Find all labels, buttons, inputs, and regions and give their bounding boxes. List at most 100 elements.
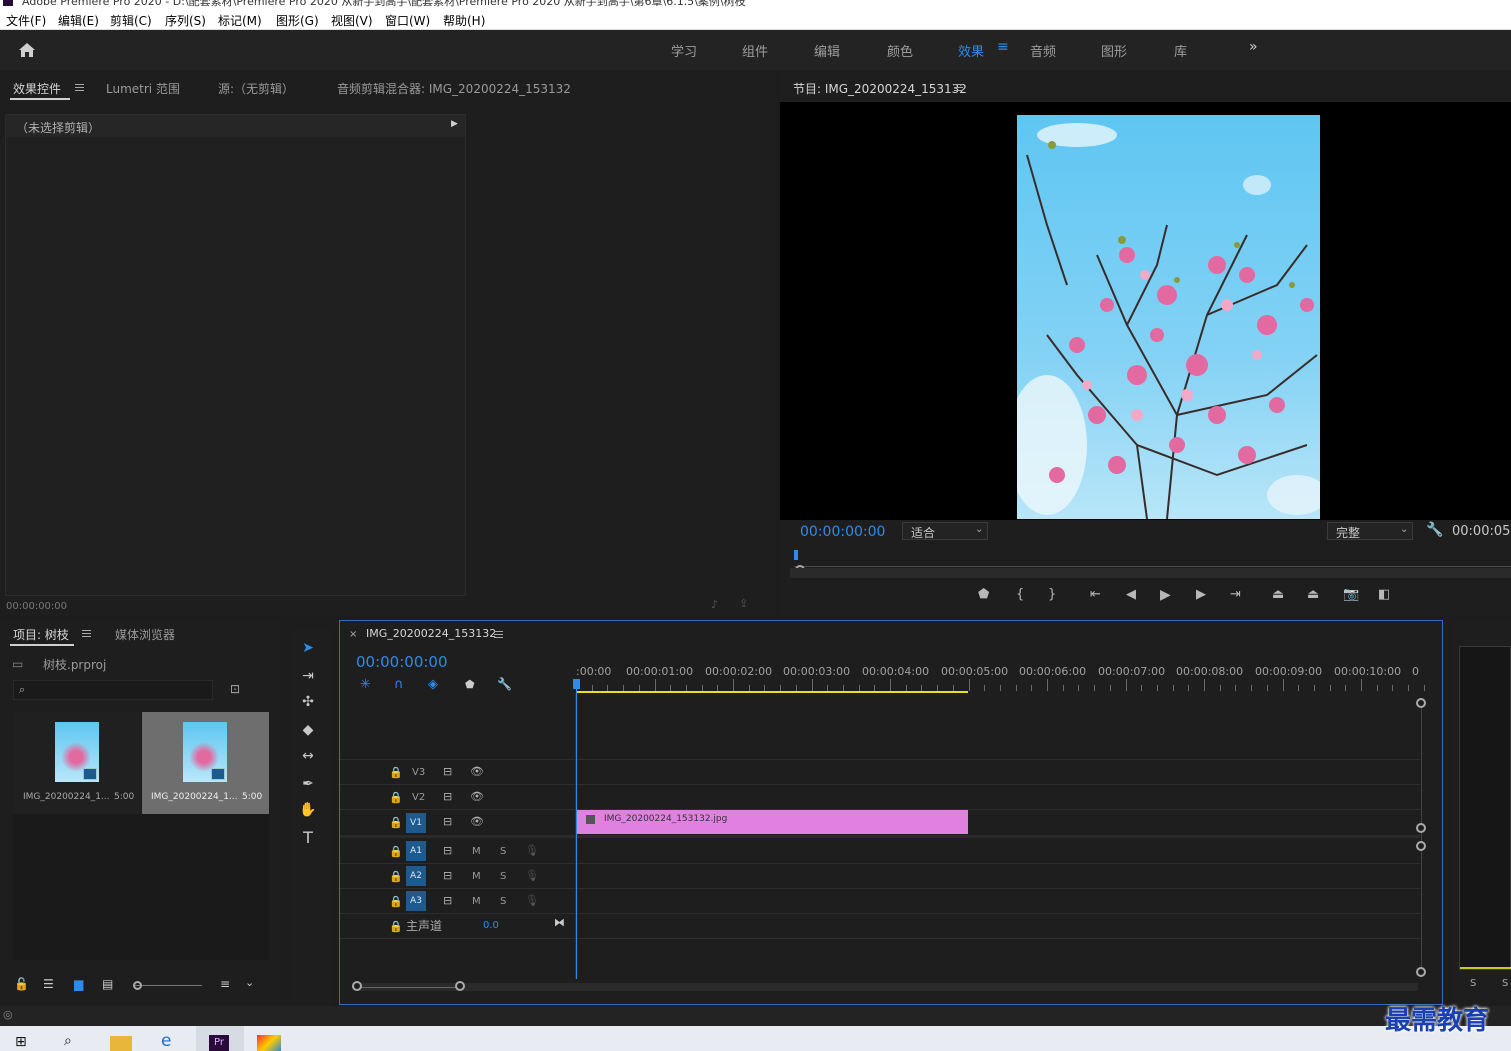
workspace-libraries[interactable]: 库	[1174, 41, 1187, 60]
master-volume-value[interactable]: 0.0	[483, 920, 499, 931]
hand-tool-icon[interactable]: ✋	[298, 800, 318, 820]
microphone-icon[interactable]: 🎙	[525, 869, 539, 882]
freeform-view-icon[interactable]: ▤	[102, 977, 113, 991]
program-menu-icon[interactable]	[954, 84, 963, 91]
file-explorer-icon[interactable]	[110, 1036, 132, 1051]
workspace-effects[interactable]: 效果	[958, 41, 984, 60]
ripple-edit-tool-icon[interactable]: ✣	[298, 692, 318, 712]
menu-view[interactable]: 视图(V)	[331, 12, 373, 29]
tab-media-browser[interactable]: 媒体浏览器	[115, 626, 175, 643]
lock-icon[interactable]: 🔓	[14, 977, 29, 991]
sequence-tab[interactable]: IMG_20200224_153132	[366, 627, 496, 640]
nest-sequence-icon[interactable]: ✳	[360, 677, 371, 692]
solo-button[interactable]: S	[500, 846, 506, 857]
linked-selection-icon[interactable]: ◈	[428, 677, 438, 692]
project-search-input[interactable]: ⌕	[13, 680, 213, 700]
wrench-icon[interactable]: 🔧	[1426, 522, 1443, 538]
list-view-icon[interactable]: ☰	[43, 977, 54, 991]
project-item-selected[interactable]: IMG_20200224_1... 5:00	[142, 712, 269, 814]
mute-button[interactable]: M	[472, 846, 481, 857]
timeline-menu-icon[interactable]	[494, 631, 503, 638]
horizontal-scroll-handle[interactable]	[455, 981, 465, 991]
zoom-slider[interactable]	[134, 985, 202, 986]
lock-icon[interactable]: 🔒	[389, 870, 403, 883]
track-target-a3[interactable]: A3	[406, 891, 426, 911]
program-playhead[interactable]	[794, 550, 798, 560]
time-ruler[interactable]: :00:00 00:00:01:00 00:00:02:00 00:00:03:…	[576, 661, 1426, 693]
tab-audio-clip-mixer[interactable]: 音频剪辑混合器: IMG_20200224_153132	[337, 80, 571, 97]
add-marker-icon[interactable]: ⬟	[978, 588, 989, 602]
tab-lumetri-scopes[interactable]: Lumetri 范围	[106, 80, 180, 97]
lift-icon[interactable]: ⏏	[1272, 588, 1284, 602]
project-item[interactable]: IMG_20200224_1... 5:00	[13, 712, 141, 814]
tab-project[interactable]: 项目: 树枝	[13, 626, 69, 643]
menu-sequence[interactable]: 序列(S)	[165, 12, 206, 29]
extract-icon[interactable]: ⏏	[1307, 588, 1319, 602]
mute-button[interactable]: M	[472, 896, 481, 907]
step-back-icon[interactable]: ◀	[1126, 588, 1136, 602]
eye-icon[interactable]: 👁	[470, 790, 484, 803]
workspace-menu-icon[interactable]: ≡	[997, 39, 1009, 55]
tab-effect-controls[interactable]: 效果控件	[13, 80, 61, 97]
microphone-icon[interactable]: 🎙	[525, 894, 539, 907]
slip-tool-icon[interactable]: ↔	[298, 746, 318, 766]
workspace-graphics[interactable]: 图形	[1101, 41, 1127, 60]
track-label-v3[interactable]: V3	[412, 767, 425, 778]
step-forward-icon[interactable]: ▶	[1196, 588, 1206, 602]
lock-icon[interactable]: 🔒	[389, 791, 403, 804]
go-to-out-icon[interactable]: ⇥	[1230, 588, 1241, 602]
app-icon[interactable]	[257, 1035, 281, 1051]
meter-solo-right[interactable]: S	[1502, 978, 1508, 989]
selection-tool-icon[interactable]: ➤	[298, 638, 318, 658]
sync-lock-icon[interactable]: ⊟	[443, 844, 452, 857]
vertical-scroll-handle[interactable]	[1416, 823, 1426, 833]
zoom-scrollbar[interactable]	[790, 568, 1511, 578]
workspace-editing[interactable]: 编辑	[814, 41, 840, 60]
windows-start-icon[interactable]: ⊞	[15, 1034, 27, 1050]
comparison-view-icon[interactable]: ◧	[1378, 588, 1390, 602]
lock-icon[interactable]: 🔒	[389, 766, 403, 779]
vertical-scroll-handle[interactable]	[1416, 967, 1426, 977]
home-icon[interactable]	[17, 40, 37, 60]
workspace-audio[interactable]: 音频	[1030, 41, 1056, 60]
expand-arrow-icon[interactable]: ▶	[451, 119, 458, 129]
meter-solo-left[interactable]: S	[1470, 978, 1476, 989]
zoom-fit-select[interactable]: 适合 ⌄	[902, 522, 988, 540]
menu-marker[interactable]: 标记(M)	[218, 12, 262, 29]
menu-graphics[interactable]: 图形(G)	[276, 12, 319, 29]
workspace-learn[interactable]: 学习	[671, 41, 697, 60]
more-workspaces-icon[interactable]: »	[1249, 39, 1258, 55]
track-target-v1[interactable]: V1	[406, 813, 426, 833]
tab-source[interactable]: 源:（无剪辑）	[218, 80, 294, 97]
solo-button[interactable]: S	[500, 871, 506, 882]
program-timecode[interactable]: 00:00:00:00	[800, 524, 885, 540]
track-target-a2[interactable]: A2	[406, 866, 426, 886]
menu-file[interactable]: 文件(F)	[6, 12, 46, 29]
horizontal-scroll-handle[interactable]	[352, 981, 362, 991]
playhead-handle[interactable]	[573, 679, 580, 689]
razor-tool-icon[interactable]: ◆	[298, 720, 318, 740]
playback-quality-select[interactable]: 完整 ⌄	[1327, 522, 1413, 540]
mark-out-icon[interactable]: }	[1048, 588, 1056, 602]
vertical-scroll-handle[interactable]	[1416, 698, 1426, 708]
menu-clip[interactable]: 剪辑(C)	[110, 12, 152, 29]
zoom-slider-handle[interactable]	[133, 981, 142, 990]
project-menu-icon[interactable]	[82, 630, 91, 637]
timeline-playhead[interactable]	[576, 683, 577, 979]
lock-icon[interactable]: 🔒	[389, 845, 403, 858]
timeline-settings-icon[interactable]: 🔧	[497, 677, 512, 691]
program-scrub-bar[interactable]	[794, 550, 1511, 575]
sync-lock-icon[interactable]: ⊟	[443, 790, 452, 803]
add-marker-icon[interactable]: ⬟	[465, 678, 475, 691]
icon-view-icon[interactable]: ▆	[74, 977, 83, 991]
workspace-color[interactable]: 颜色	[887, 41, 913, 60]
vertical-scroll-handle[interactable]	[1416, 841, 1426, 851]
premiere-taskbar-button[interactable]: Pr	[196, 1026, 244, 1051]
play-icon[interactable]: ▶	[1160, 588, 1171, 602]
track-select-tool-icon[interactable]: ⇥	[298, 666, 318, 686]
track-target-a1[interactable]: A1	[406, 841, 426, 861]
go-to-next-edit-icon[interactable]: ⧓	[554, 916, 565, 929]
program-title[interactable]: 节目: IMG_20200224_153132	[793, 80, 967, 97]
mark-in-icon[interactable]: {	[1016, 588, 1024, 602]
timeline-clip[interactable]: IMG_20200224_153132.jpg	[576, 810, 968, 834]
